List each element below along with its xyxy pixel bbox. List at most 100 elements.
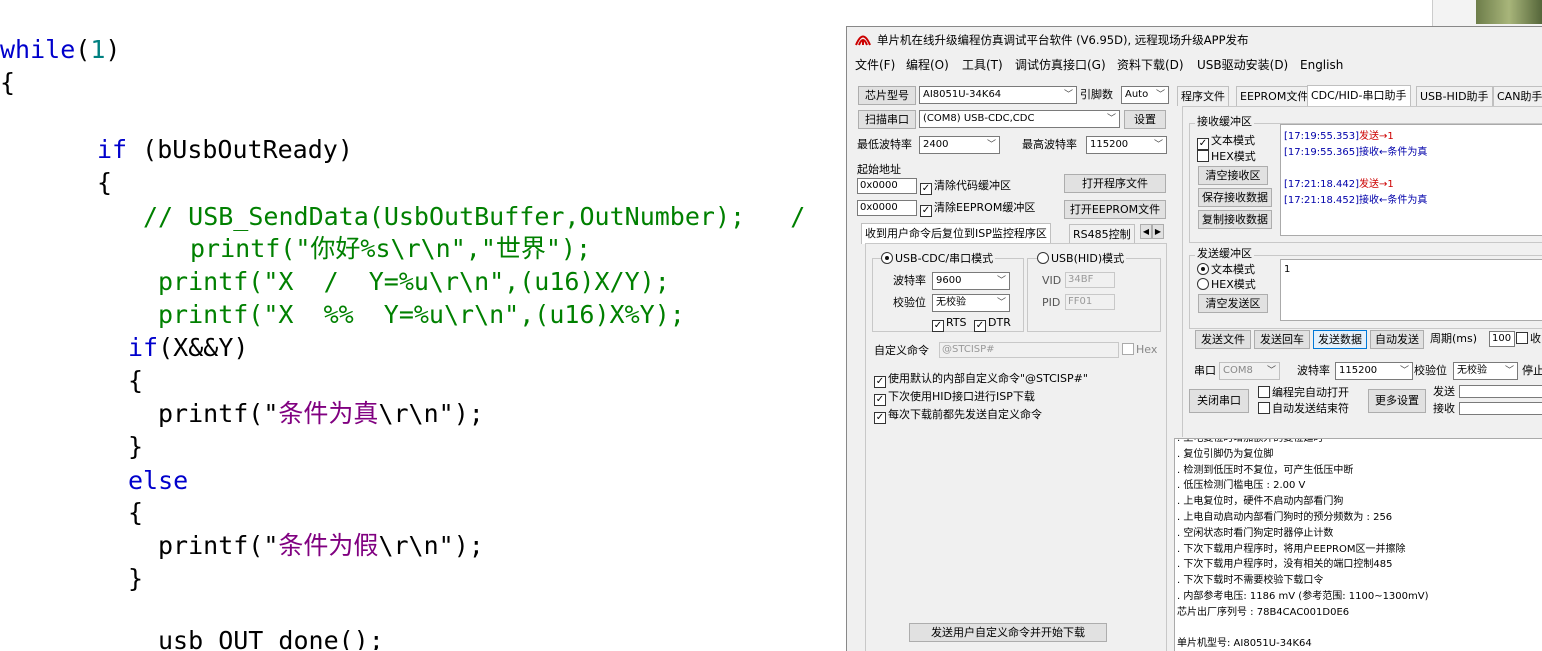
send-before-download-checkbox[interactable]: ✓ 每次下载前都先发送自定义命令 xyxy=(874,408,1042,424)
send-file-button[interactable]: 发送文件 xyxy=(1195,330,1251,349)
menu-program[interactable]: 编程(O) xyxy=(906,57,949,73)
clear-send-button[interactable]: 清空发送区 xyxy=(1198,294,1268,313)
clear-recv-button[interactable]: 清空接收区 xyxy=(1198,166,1268,185)
baud2-select[interactable]: 115200 ﹀ xyxy=(1335,362,1413,380)
menu-file[interactable]: 文件(F) xyxy=(855,57,895,73)
code-line: if(X&&Y) xyxy=(128,333,248,363)
tab-scroll-right-icon[interactable]: ▶ xyxy=(1152,224,1164,239)
recv-log-line xyxy=(1284,161,1541,177)
save-recv-button[interactable]: 保存接收数据 xyxy=(1198,188,1272,207)
tab-program-file[interactable]: 程序文件 xyxy=(1177,86,1229,106)
pid-input[interactable]: FF01 xyxy=(1065,294,1115,310)
send-count-label: 发送 xyxy=(1433,385,1455,398)
code-line: { xyxy=(128,366,143,396)
custom-cmd-input[interactable]: @STCISP# xyxy=(939,342,1119,358)
chip-info-log[interactable]: . 上电复位时增加额外的复位延时 . 复位引脚仍为复位脚 . 检测到低压时不复位… xyxy=(1174,438,1542,651)
send-data-button[interactable]: 发送数据 xyxy=(1313,330,1367,349)
period-input[interactable]: 100 xyxy=(1489,331,1515,347)
baud2-label: 波特率 xyxy=(1297,364,1330,377)
port-label: 串口 xyxy=(1194,364,1216,377)
hex-checkbox[interactable]: Hex xyxy=(1122,343,1157,357)
code-token: else xyxy=(128,466,189,495)
code-token: 1 xyxy=(90,35,106,64)
info-line: . 空闲状态时看门狗定时器停止计数 xyxy=(1177,527,1334,539)
port-combo[interactable]: COM8 ﹀ xyxy=(1219,362,1280,380)
clear-eeprom-checkbox[interactable]: ✓ 清除EEPROM缓冲区 xyxy=(920,201,1035,217)
recv-log[interactable]: [17:19:55.353]发送→1 [17:19:55.365]接收←条件为真[… xyxy=(1280,124,1542,236)
send-hex-mode-radio[interactable]: HEX模式 xyxy=(1197,278,1256,292)
recv-option-checkbox[interactable]: 收 xyxy=(1516,332,1541,346)
max-baud-select[interactable]: 115200 ﹀ xyxy=(1086,136,1167,154)
log-timestamp: [17:21:18.452] xyxy=(1284,195,1359,206)
auto-send-button[interactable]: 自动发送 xyxy=(1370,330,1424,349)
port-select[interactable]: (COM8) USB-CDC,CDC ﹀ xyxy=(919,110,1120,128)
period-label: 周期(ms) xyxy=(1430,332,1478,345)
min-baud-select[interactable]: 2400 ﹀ xyxy=(919,136,1000,154)
log-timestamp: [17:19:55.353] xyxy=(1284,131,1359,142)
close-port-button[interactable]: 关闭串口 xyxy=(1189,389,1249,413)
auto-open-checkbox[interactable]: 编程完自动打开 xyxy=(1258,386,1349,400)
tab-usb-hid[interactable]: USB-HID助手 xyxy=(1416,86,1493,106)
menu-debug[interactable]: 调试仿真接口(G) xyxy=(1015,57,1106,73)
scan-port-button[interactable]: 扫描串口 xyxy=(858,110,916,129)
log-timestamp: [17:19:55.365] xyxy=(1284,147,1359,158)
auto-send-end-checkbox[interactable]: 自动发送结束符 xyxy=(1258,402,1349,416)
pins-select[interactable]: Auto ﹀ xyxy=(1121,86,1169,104)
recv-hex-mode-checkbox[interactable]: HEX模式 xyxy=(1197,150,1256,164)
tab-can[interactable]: CAN助手 xyxy=(1493,86,1542,106)
open-eeprom-button[interactable]: 打开EEPROM文件 xyxy=(1064,200,1166,219)
chip-type-select[interactable]: AI8051U-34K64 ﹀ xyxy=(919,86,1077,104)
chip-type-button[interactable]: 芯片型号 xyxy=(858,86,916,105)
recv-group-title: 接收缓冲区 xyxy=(1195,115,1254,128)
info-line: . 检测到低压时不复位，可产生低压中断 xyxy=(1177,464,1354,476)
recv-text-mode-checkbox[interactable]: ✓ 文本模式 xyxy=(1197,134,1255,150)
menu-download[interactable]: 资料下载(D) xyxy=(1117,57,1184,73)
stop-label: 停止 xyxy=(1522,364,1542,377)
vid-input[interactable]: 34BF xyxy=(1065,272,1115,288)
rts-checkbox[interactable]: ✓ RTS xyxy=(932,316,967,332)
cdc-mode-radio[interactable]: USB-CDC/串口模式 xyxy=(881,252,996,266)
send-text-mode-radio[interactable]: 文本模式 xyxy=(1197,263,1255,277)
log-message: 接收←条件为真 xyxy=(1358,147,1428,158)
code-line: printf("条件为真\r\n"); xyxy=(158,399,484,429)
dtr-checkbox[interactable]: ✓ DTR xyxy=(974,316,1011,332)
vid-label: VID xyxy=(1042,274,1062,287)
clear-code-checkbox[interactable]: ✓ 清除代码缓冲区 xyxy=(920,179,1011,195)
code-line: printf("你好%s\r\n","世界"); xyxy=(190,234,591,264)
code-token: (X&&Y) xyxy=(158,333,249,362)
tab-reset-isp[interactable]: 收到用户命令后复位到ISP监控程序区 xyxy=(861,223,1051,244)
code-line: printf("条件为假\r\n"); xyxy=(158,531,484,561)
eeprom-address-input[interactable]: 0x0000 xyxy=(857,200,917,216)
menu-usb-driver[interactable]: USB驱动安装(D) xyxy=(1197,57,1288,73)
code-line: else xyxy=(128,466,188,496)
menu-english[interactable]: English xyxy=(1300,57,1343,73)
hid-mode-radio[interactable]: USB(HID)模式 xyxy=(1037,252,1127,266)
open-program-button[interactable]: 打开程序文件 xyxy=(1064,174,1166,193)
code-line: { xyxy=(97,168,112,198)
tab-eeprom-file[interactable]: EEPROM文件 xyxy=(1236,86,1313,106)
tab-serial-assistant[interactable]: CDC/HID-串口助手 xyxy=(1307,85,1411,106)
menu-tools[interactable]: 工具(T) xyxy=(962,57,1003,73)
copy-recv-button[interactable]: 复制接收数据 xyxy=(1198,210,1272,229)
info-line: . 复位引脚仍为复位脚 xyxy=(1177,448,1274,460)
baud-select[interactable]: 9600 ﹀ xyxy=(932,272,1010,290)
use-default-cmd-checkbox[interactable]: ✓ 使用默认的内部自定义命令"@STCISP#" xyxy=(874,372,1088,388)
send-enter-button[interactable]: 发送回车 xyxy=(1254,330,1310,349)
send-and-download-button[interactable]: 发送用户自定义命令并开始下载 xyxy=(909,623,1107,642)
send-group-title: 发送缓冲区 xyxy=(1195,247,1254,260)
code-token: if xyxy=(128,333,159,362)
parity-select[interactable]: 无校验 ﹀ xyxy=(932,294,1010,312)
code-token: } xyxy=(128,564,144,593)
parity2-select[interactable]: 无校验 ﹀ xyxy=(1453,362,1518,380)
send-input[interactable]: 1 xyxy=(1280,259,1542,321)
code-line: while(1) xyxy=(0,35,120,65)
code-address-input[interactable]: 0x0000 xyxy=(857,178,917,194)
code-line: if (bUsbOutReady) xyxy=(97,135,353,165)
code-editor[interactable]: while(1){if (bUsbOutReady){// USB_SendDa… xyxy=(0,0,846,650)
next-hid-checkbox[interactable]: ✓ 下次使用HID接口进行ISP下载 xyxy=(874,390,1035,406)
settings-button[interactable]: 设置 xyxy=(1124,110,1166,129)
code-line: usb_OUT_done(); xyxy=(158,626,384,650)
tab-scroll-left-icon[interactable]: ◀ xyxy=(1140,224,1152,239)
tab-rs485[interactable]: RS485控制 xyxy=(1069,224,1135,244)
more-settings-button[interactable]: 更多设置 xyxy=(1368,389,1426,413)
